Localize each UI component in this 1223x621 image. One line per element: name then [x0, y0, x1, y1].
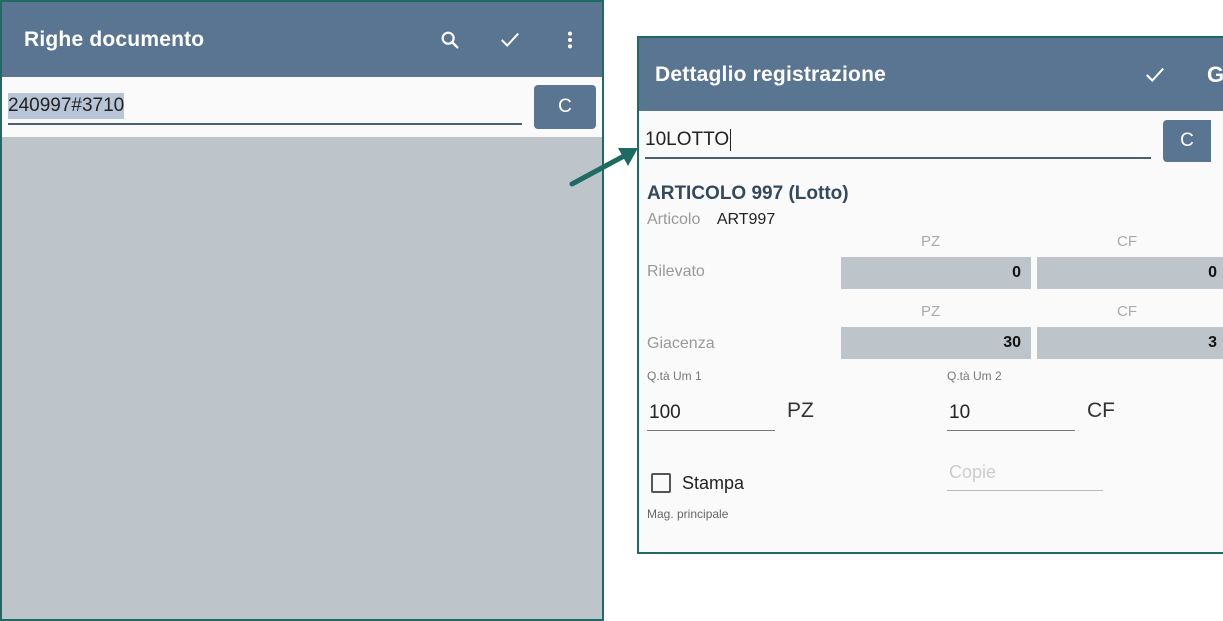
screen-title: Righe documento — [24, 27, 205, 51]
stampa-checkbox[interactable] — [651, 473, 671, 493]
barcode-input-value: 240997#3710 — [8, 93, 125, 119]
toolbar-actions — [438, 28, 582, 52]
stampa-area: Stampa Copie Mag. principale — [639, 449, 1223, 521]
lot-input-row: 10LOTTO C — [639, 111, 1223, 171]
top-app-bar: Dettaglio registrazione G — [639, 38, 1223, 111]
dettaglio-registrazione-screen: Dettaglio registrazione G 10LOTTO C ARTI… — [637, 36, 1223, 554]
search-icon[interactable] — [438, 28, 462, 52]
check-icon[interactable] — [498, 28, 522, 52]
barcode-input[interactable]: 240997#3710 — [8, 89, 522, 125]
top-app-bar: Righe documento — [2, 2, 602, 77]
qty1-label: Q.tà Um 1 — [647, 369, 702, 383]
lot-input-value: 10LOTTO — [645, 129, 730, 150]
rilevato-value1: 0 — [841, 257, 1031, 289]
stampa-label[interactable]: Stampa — [682, 473, 744, 494]
action-g-button[interactable]: G — [1207, 62, 1223, 88]
rilevato-value2: 0 — [1037, 257, 1223, 289]
article-value: ART997 — [716, 211, 776, 228]
qty1-unit: PZ — [787, 399, 814, 422]
arrow-icon — [569, 148, 638, 187]
rilevato-label: Rilevato — [647, 263, 705, 280]
quantity-area: Q.tà Um 1 Q.tà Um 2 100 PZ 10 CF — [639, 369, 1223, 449]
rilevato-unit1: PZ — [921, 233, 941, 250]
article-label: Articolo — [647, 211, 701, 228]
giacenza-label: Giacenza — [647, 335, 715, 352]
check-icon[interactable] — [1143, 63, 1167, 87]
text-caret — [730, 129, 732, 151]
giacenza-row: PZ CF Giacenza 30 3 — [639, 299, 1223, 369]
article-line: Articolo ART997 — [639, 205, 1223, 229]
giacenza-unit1: PZ — [921, 303, 941, 320]
screen-title: Dettaglio registrazione — [655, 62, 886, 86]
barcode-input-row: 240997#3710 C — [2, 77, 602, 137]
qty1-input[interactable]: 100 — [647, 395, 775, 431]
clear-button[interactable]: C — [534, 85, 596, 129]
magazzino-label: Mag. principale — [647, 507, 729, 521]
article-title: ARTICOLO 997 (Lotto) — [647, 183, 849, 204]
giacenza-unit2: CF — [1117, 303, 1137, 320]
toolbar-actions: G — [1143, 62, 1223, 88]
giacenza-value2: 3 — [1037, 327, 1223, 359]
rilevato-row: PZ CF Rilevato 0 0 — [639, 229, 1223, 299]
qty2-label: Q.tà Um 2 — [947, 369, 1002, 383]
clear-button[interactable]: C — [1163, 120, 1211, 162]
copie-input[interactable]: Copie — [947, 455, 1103, 491]
qty2-input[interactable]: 10 — [947, 395, 1075, 431]
lot-input[interactable]: 10LOTTO — [645, 123, 1151, 159]
giacenza-value1: 30 — [841, 327, 1031, 359]
rilevato-unit2: CF — [1117, 233, 1137, 250]
more-vert-icon[interactable] — [558, 28, 582, 52]
righe-documento-screen: Righe documento 240997#3710 C — [0, 0, 604, 621]
qty2-unit: CF — [1087, 399, 1115, 422]
